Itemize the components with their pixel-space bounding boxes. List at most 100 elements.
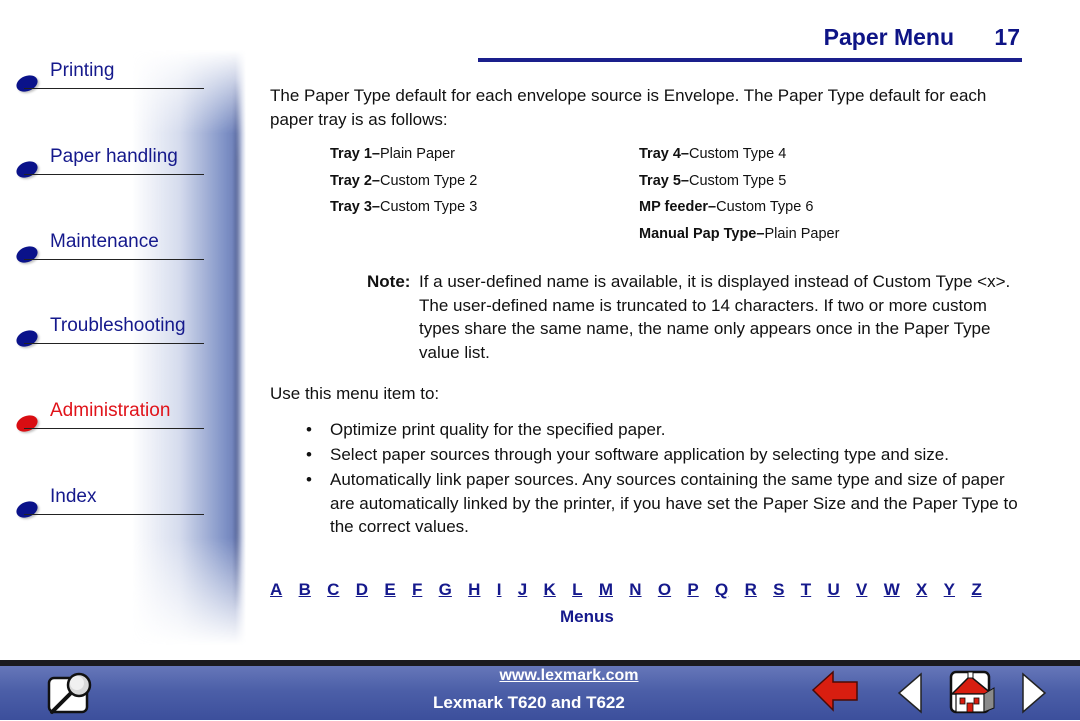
tray-source: Tray 4 bbox=[639, 146, 681, 162]
menus-link[interactable]: Menus bbox=[560, 607, 614, 627]
alphabet-link-e[interactable]: E bbox=[384, 580, 395, 600]
sidebar-item-printing[interactable]: Printing bbox=[13, 60, 204, 96]
tray-source: Tray 5 bbox=[639, 172, 681, 189]
bullet-icon: • bbox=[306, 470, 312, 489]
tray-column-left: Tray 1–Plain Paper Tray 2–Custom Type 2 … bbox=[330, 144, 477, 224]
sidebar-item-label: Administration bbox=[50, 400, 171, 421]
tray-value: Custom Type 5 bbox=[689, 172, 787, 189]
note-text: If a user-defined name is available, it … bbox=[419, 272, 1011, 362]
bullet-dot-icon bbox=[13, 158, 41, 181]
bullet-dot-icon bbox=[13, 498, 41, 521]
alphabet-link-h[interactable]: H bbox=[468, 580, 480, 600]
tray-column-right: Tray 4–Custom Type 4 Tray 5–Custom Type … bbox=[639, 144, 839, 250]
alphabet-link-d[interactable]: D bbox=[356, 580, 368, 600]
bullet-dot-icon bbox=[13, 72, 41, 95]
alphabet-link-g[interactable]: G bbox=[439, 580, 452, 600]
sidebar-item-label: Paper handling bbox=[50, 146, 178, 167]
intro-paragraph: The Paper Type default for each envelope… bbox=[270, 86, 987, 129]
alphabet-link-o[interactable]: O bbox=[658, 580, 671, 600]
bullet-icon: • bbox=[306, 420, 312, 439]
page-header: Paper Menu 17 bbox=[824, 24, 1020, 51]
alphabet-index: ABCDEFGHIJKLMNOPQRSTUVWXYZ bbox=[270, 580, 982, 600]
sidebar-item-administration[interactable]: Administration bbox=[13, 400, 204, 436]
previous-page-icon[interactable] bbox=[895, 672, 925, 719]
list-item: • Select paper sources through your softw… bbox=[306, 443, 1026, 467]
header-divider bbox=[478, 58, 1022, 62]
alphabet-link-j[interactable]: J bbox=[518, 580, 527, 600]
alphabet-link-x[interactable]: X bbox=[916, 580, 927, 600]
tray-source: Tray 3 bbox=[330, 199, 372, 215]
list-item: • Optimize print quality for the specifie… bbox=[306, 418, 1026, 442]
home-icon[interactable] bbox=[938, 670, 1006, 721]
alphabet-link-q[interactable]: Q bbox=[715, 580, 728, 600]
usage-list: • Optimize print quality for the specifie… bbox=[306, 418, 1026, 540]
sidebar-item-label: Maintenance bbox=[50, 231, 159, 252]
back-arrow-icon[interactable] bbox=[811, 670, 861, 717]
list-item-text: Automatically link paper sources. Any so… bbox=[330, 470, 1018, 536]
divider bbox=[24, 259, 204, 260]
tray-value: Custom Type 4 bbox=[689, 146, 787, 162]
tray-row: Tray 2–Custom Type 2 bbox=[330, 171, 477, 198]
tray-value: Plain Paper bbox=[380, 146, 455, 162]
alphabet-link-t[interactable]: T bbox=[801, 580, 811, 600]
sidebar-item-index[interactable]: Index bbox=[13, 486, 204, 522]
list-item-text: Optimize print quality for the specified… bbox=[330, 420, 666, 439]
divider bbox=[24, 174, 204, 175]
sidebar-edge bbox=[232, 80, 242, 610]
list-item-text: Select paper sources through your softwa… bbox=[330, 445, 949, 464]
alphabet-link-a[interactable]: A bbox=[270, 580, 282, 600]
sidebar-item-troubleshooting[interactable]: Troubleshooting bbox=[13, 315, 204, 351]
alphabet-link-m[interactable]: M bbox=[599, 580, 613, 600]
separator: – bbox=[371, 146, 380, 162]
separator: – bbox=[680, 146, 689, 162]
alphabet-link-z[interactable]: Z bbox=[971, 580, 981, 600]
separator: – bbox=[371, 172, 380, 189]
note-label: Note: bbox=[367, 272, 411, 291]
alphabet-link-s[interactable]: S bbox=[773, 580, 784, 600]
tray-source: Tray 2 bbox=[330, 172, 372, 189]
sidebar-item-label: Index bbox=[50, 486, 97, 507]
tray-source: Manual Pap Type bbox=[639, 225, 757, 242]
tray-row: MP feeder–Custom Type 6 bbox=[639, 197, 839, 224]
alphabet-link-u[interactable]: U bbox=[827, 580, 839, 600]
footer-bar: www.lexmark.com Lexmark T620 and T622 bbox=[0, 666, 1080, 720]
alphabet-link-n[interactable]: N bbox=[629, 580, 641, 600]
divider bbox=[24, 88, 204, 89]
tray-row: Manual Pap Type–Plain Paper bbox=[639, 224, 839, 251]
tray-row: Tray 5–Custom Type 5 bbox=[639, 171, 839, 198]
alphabet-link-w[interactable]: W bbox=[884, 580, 900, 600]
alphabet-link-b[interactable]: B bbox=[299, 580, 311, 600]
tray-source: MP feeder bbox=[639, 199, 709, 215]
divider bbox=[24, 343, 204, 344]
note-block: Note: If a user-defined name is availabl… bbox=[367, 270, 1027, 364]
website-link-text[interactable]: www.lexmark.com bbox=[499, 667, 638, 684]
product-name: Lexmark T620 and T622 bbox=[433, 693, 625, 712]
sidebar-item-maintenance[interactable]: Maintenance bbox=[13, 231, 204, 267]
alphabet-link-r[interactable]: R bbox=[745, 580, 757, 600]
alphabet-link-l[interactable]: L bbox=[572, 580, 582, 600]
tray-value: Plain Paper bbox=[764, 225, 840, 242]
separator: – bbox=[680, 172, 689, 189]
next-page-icon[interactable] bbox=[1019, 672, 1049, 719]
sidebar-item-label: Troubleshooting bbox=[50, 315, 186, 336]
bullet-dot-icon bbox=[13, 243, 41, 266]
tray-source: Tray 1 bbox=[330, 146, 372, 162]
bullet-icon: • bbox=[306, 445, 312, 464]
tray-value: Custom Type 2 bbox=[380, 172, 478, 189]
tray-row: Tray 3–Custom Type 3 bbox=[330, 197, 477, 224]
alphabet-link-f[interactable]: F bbox=[412, 580, 422, 600]
tray-value: Custom Type 3 bbox=[380, 199, 478, 215]
alphabet-link-i[interactable]: I bbox=[497, 580, 502, 600]
alphabet-link-c[interactable]: C bbox=[327, 580, 339, 600]
alphabet-link-v[interactable]: V bbox=[856, 580, 867, 600]
alphabet-link-y[interactable]: Y bbox=[944, 580, 955, 600]
bullet-dot-icon bbox=[13, 327, 41, 350]
alphabet-link-p[interactable]: P bbox=[687, 580, 698, 600]
sidebar-item-paper-handling[interactable]: Paper handling bbox=[13, 146, 204, 182]
page-title: Paper Menu bbox=[823, 24, 955, 50]
alphabet-link-k[interactable]: K bbox=[544, 580, 556, 600]
list-item: • Automatically link paper sources. Any s… bbox=[306, 468, 1026, 539]
separator: – bbox=[708, 199, 717, 215]
tray-value: Custom Type 6 bbox=[716, 199, 814, 215]
tray-row: Tray 4–Custom Type 4 bbox=[639, 144, 839, 171]
